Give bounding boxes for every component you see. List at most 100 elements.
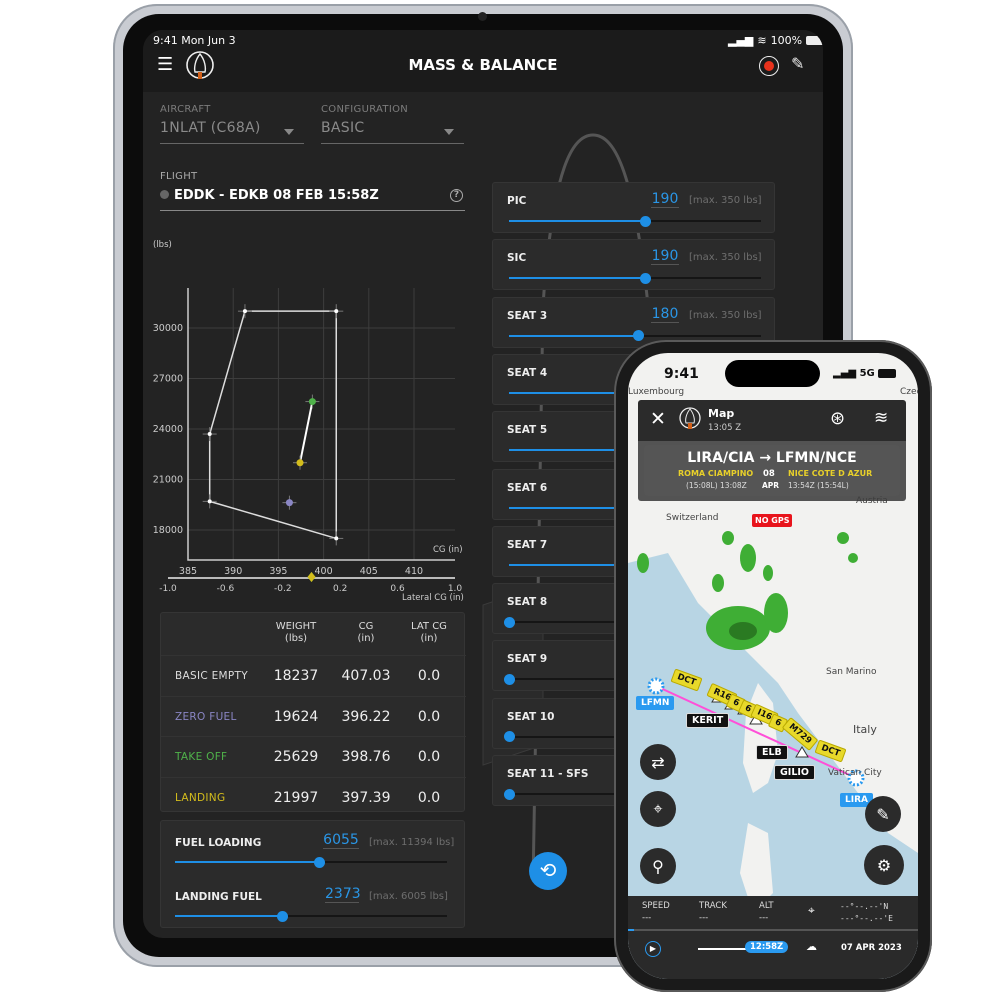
timeline-time[interactable]: 12:58Z	[745, 941, 789, 953]
departure-marker[interactable]	[647, 677, 665, 695]
slider-thumb[interactable]	[313, 856, 325, 868]
seat-card: SIC 190 [max. 350 lbs]	[492, 239, 775, 291]
cg-point	[308, 398, 316, 406]
seat-weight-input[interactable]: 190	[651, 191, 679, 208]
waypoint-label[interactable]: KERIT	[686, 713, 730, 728]
signal-icon: ▂▄▆	[728, 34, 754, 47]
flight-label: FLIGHT	[160, 171, 198, 182]
mass-table: WEIGHT (lbs) CG (in) LAT CG (in) BASIC EMPT…	[160, 612, 466, 812]
weight-cell: 18237	[273, 668, 319, 684]
speed-label: SPEED	[642, 901, 670, 911]
seat-max: [max. 350 lbs]	[689, 195, 762, 206]
timeline-slider[interactable]	[698, 948, 748, 950]
table-row: ZERO FUEL 19624 396.22 0.0	[161, 695, 466, 736]
play-button[interactable]: ▶	[645, 941, 661, 957]
lat-cg-cell: 0.0	[417, 668, 441, 684]
y-tick: 18000	[153, 525, 183, 536]
search-button[interactable]: ⚲	[640, 848, 676, 884]
configuration-select[interactable]: BASIC	[321, 120, 464, 144]
status-time: 9:41 Mon Jun 3	[153, 34, 236, 47]
slider-thumb[interactable]	[640, 272, 652, 284]
slider-thumb[interactable]	[276, 910, 288, 922]
seat-slider[interactable]	[509, 330, 761, 342]
waypoint-label[interactable]: GILIO	[774, 765, 815, 780]
seat-label: SEAT 8	[507, 596, 548, 609]
seat-weight-input[interactable]: 180	[651, 306, 679, 323]
y-axis-label: (lbs)	[153, 240, 172, 250]
fuel-loading-slider[interactable]	[175, 856, 447, 868]
seat-weight-input[interactable]: 190	[651, 248, 679, 266]
row-label: BASIC EMPTY	[175, 670, 248, 682]
seat-max: [max. 350 lbs]	[689, 309, 762, 321]
seat-label: SEAT 10	[507, 710, 555, 723]
lat-cg-cell: 0.0	[417, 789, 441, 806]
flight-status-dot	[160, 190, 169, 199]
wifi-icon: ≋	[757, 34, 767, 47]
landing-fuel-label: LANDING FUEL	[175, 891, 262, 903]
slider-thumb[interactable]	[503, 616, 515, 628]
map-label: Czech	[900, 387, 918, 397]
lat-cg-cell: 0.0	[417, 749, 441, 765]
lat-cg-cell: 0.0	[417, 708, 441, 725]
route-button[interactable]: ⇄	[640, 744, 676, 780]
map-label: Italy	[853, 723, 877, 736]
slider-thumb[interactable]	[503, 731, 515, 743]
x-tick: 395	[269, 566, 287, 577]
target-icon[interactable]: ⊛	[830, 408, 845, 429]
close-icon[interactable]: ✕	[650, 408, 666, 430]
gps-icon[interactable]: ⌖	[808, 903, 815, 918]
seat-label: PIC	[507, 195, 527, 207]
cloud-download-icon[interactable]: ☁	[806, 940, 817, 953]
seat-label: SEAT 6	[507, 481, 548, 494]
destination-time: 13:54Z (15:54L)	[788, 481, 849, 490]
map-time: 13:05 Z	[708, 423, 742, 433]
route-icon: ⇄	[651, 752, 665, 772]
landing-fuel-input[interactable]: 2373	[325, 886, 361, 903]
flight-field[interactable]: EDDK - EDKB 08 FEB 15:58Z ?	[160, 188, 465, 211]
pencil-icon[interactable]: ✎	[791, 54, 804, 73]
map-label: Vatican City	[828, 768, 882, 778]
seat-slider[interactable]	[509, 272, 761, 284]
airport-label[interactable]: LFMN	[636, 696, 675, 710]
status-indicators: ▂▄▆ ≋ 100%	[728, 34, 823, 47]
notes-button[interactable]: ✎	[865, 796, 901, 832]
slider-thumb[interactable]	[503, 673, 515, 685]
weight-cell: 19624	[273, 708, 319, 725]
cg-cell: 397.39	[341, 789, 391, 806]
seat-card: PIC 190 [max. 350 lbs]	[492, 182, 775, 233]
record-button[interactable]	[759, 56, 779, 76]
envelope-vertex	[242, 309, 247, 314]
fuel-loading-label: FUEL LOADING	[175, 837, 262, 849]
ipad-camera	[478, 12, 487, 21]
map-label: Switzerland	[666, 513, 719, 523]
slider-thumb[interactable]	[633, 330, 645, 342]
axes	[187, 288, 455, 561]
seat-label: SEAT 7	[507, 538, 548, 551]
timeline-progress[interactable]	[628, 929, 918, 931]
slider-thumb[interactable]	[640, 215, 652, 227]
col-weight-unit: (lbs)	[284, 633, 308, 644]
waypoint-label[interactable]: ELB	[756, 745, 788, 760]
lateral-tick: -0.2	[274, 584, 292, 594]
help-icon[interactable]: ?	[450, 189, 463, 202]
seat-slider[interactable]	[509, 215, 761, 227]
flight-month: APR	[762, 481, 780, 490]
seat-label: SEAT 5	[507, 424, 548, 437]
y-tick: 30000	[153, 323, 183, 334]
layers-icon[interactable]: ≋	[874, 408, 888, 428]
slider-thumb[interactable]	[503, 788, 515, 800]
settings-button[interactable]: ⚙	[864, 845, 904, 885]
landing-fuel-slider[interactable]	[175, 910, 447, 922]
cg-envelope-chart: 385 390 395 400 405 410 30000 27000 24000 21000 18…	[153, 288, 462, 594]
locate-button[interactable]: ⌖	[640, 791, 676, 827]
x-tick: 405	[360, 566, 378, 577]
battery-icon	[878, 368, 897, 378]
fuel-loading-input[interactable]: 6055	[323, 832, 359, 849]
status-indicators: ▂▄▆ 5G	[833, 368, 897, 379]
rotate-ccw-icon[interactable]: ⟲	[529, 852, 567, 890]
aircraft-select[interactable]: 1NLAT (C68A)	[160, 120, 304, 144]
row-label: ZERO FUEL	[175, 710, 237, 723]
x-tick: 385	[179, 566, 197, 577]
arrow-right-icon: →	[759, 450, 772, 466]
route-card[interactable]: LIRA/CIA → LFMN/NCE ROMA CIAMPINO 08 NIC…	[638, 441, 906, 501]
